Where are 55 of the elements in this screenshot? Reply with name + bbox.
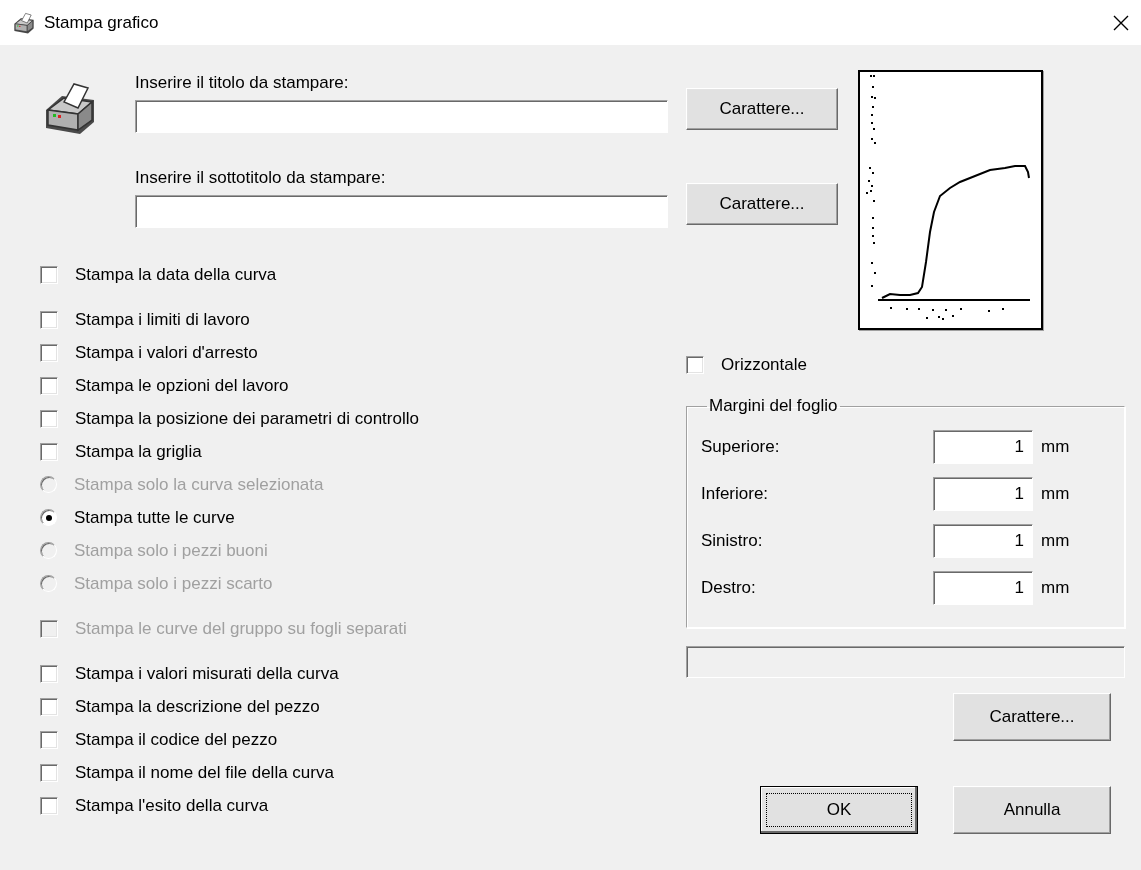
checkbox[interactable] bbox=[40, 310, 58, 329]
unit-label: mm bbox=[1041, 578, 1070, 598]
close-icon[interactable] bbox=[1112, 13, 1130, 32]
checkbox[interactable] bbox=[40, 730, 58, 749]
checkbox[interactable] bbox=[40, 442, 58, 461]
title-field[interactable] bbox=[135, 100, 668, 133]
cancel-button[interactable]: Annulla bbox=[953, 786, 1111, 834]
margin-field[interactable]: 1 bbox=[933, 524, 1033, 558]
margin-field[interactable]: 1 bbox=[933, 571, 1033, 605]
option-label: Stampa le curve del gruppo su fogli separati bbox=[75, 618, 407, 639]
checkbox[interactable] bbox=[40, 796, 58, 815]
field-label: Inserire il sottotitolo da stampare: bbox=[135, 168, 387, 188]
font-button[interactable]: Carattere... bbox=[686, 183, 838, 225]
option-label: Stampa solo la curva selezionata bbox=[74, 474, 324, 495]
option-label: Stampa la data della curva bbox=[75, 264, 277, 285]
margin-label: Sinistro: bbox=[701, 531, 764, 551]
checkbox[interactable] bbox=[40, 409, 58, 428]
option-label: Stampa l'esito della curva bbox=[75, 795, 269, 816]
field-label: Inserire il titolo da stampare: bbox=[135, 73, 350, 93]
option-label: Orizzontale bbox=[721, 354, 807, 375]
option-label: Stampa la griglia bbox=[75, 441, 202, 462]
option-label: Stampa la descrizione del pezzo bbox=[75, 696, 320, 717]
option-label: Stampa la posizione dei parametri di controllo bbox=[75, 408, 419, 429]
option-label: Stampa le opzioni del lavoro bbox=[75, 375, 289, 396]
checkbox[interactable] bbox=[40, 697, 58, 716]
option-label: Stampa i valori d'arresto bbox=[75, 342, 258, 363]
checkbox[interactable] bbox=[40, 343, 58, 362]
margin-label: Destro: bbox=[701, 578, 757, 598]
option-label: Stampa il codice del pezzo bbox=[75, 729, 278, 750]
margin-field[interactable]: 1 bbox=[933, 430, 1033, 464]
checkbox[interactable] bbox=[40, 265, 58, 284]
option-label: Stampa solo i pezzi buoni bbox=[74, 540, 268, 561]
margin-label: Superiore: bbox=[701, 437, 781, 457]
font-button[interactable]: Carattere... bbox=[686, 88, 838, 130]
unit-label: mm bbox=[1041, 531, 1070, 551]
unit-label: mm bbox=[1041, 484, 1070, 504]
checkbox[interactable] bbox=[686, 355, 704, 374]
margin-label: Inferiore: bbox=[701, 484, 770, 504]
option-label: Stampa il nome del file della curva bbox=[75, 762, 334, 783]
option-label: Stampa i limiti di lavoro bbox=[75, 309, 250, 330]
option-label: Stampa tutte le curve bbox=[74, 507, 235, 528]
group-title: Margini del foglio bbox=[708, 396, 839, 416]
printer-icon bbox=[12, 10, 36, 35]
checkbox[interactable] bbox=[40, 376, 58, 395]
checkbox[interactable] bbox=[40, 763, 58, 782]
option-label: Stampa i valori misurati della curva bbox=[75, 663, 339, 684]
margin-field[interactable]: 1 bbox=[933, 477, 1033, 511]
checkbox[interactable] bbox=[40, 664, 58, 683]
font-button[interactable]: Carattere... bbox=[953, 693, 1111, 741]
radio-button[interactable] bbox=[40, 509, 57, 526]
unit-label: mm bbox=[1041, 437, 1070, 457]
option-label: Stampa solo i pezzi scarto bbox=[74, 573, 273, 594]
window-title: Stampa grafico bbox=[44, 12, 160, 33]
ok-button[interactable]: OK bbox=[760, 786, 918, 834]
subtitle-field[interactable] bbox=[135, 195, 668, 228]
